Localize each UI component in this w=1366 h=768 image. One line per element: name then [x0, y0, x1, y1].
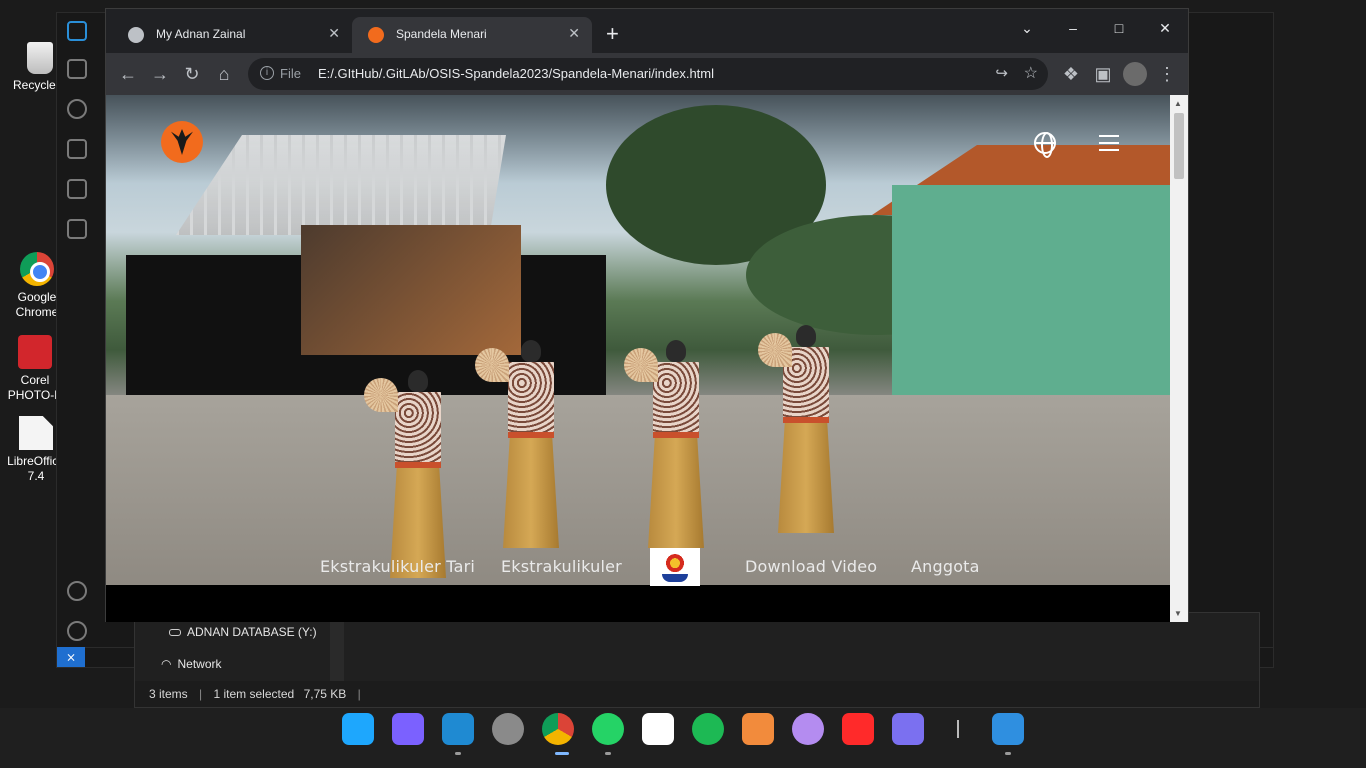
tab-my-adnan-zainal[interactable]: My Adnan Zainal ✕	[112, 17, 352, 53]
share-icon[interactable]: ↪	[995, 64, 1008, 82]
address-bar[interactable]: i File E:/.GItHub/.GitLAb/OSIS-Spandela2…	[248, 58, 1048, 90]
dancer-figure	[758, 325, 836, 533]
corel-photo-paint-icon	[18, 335, 52, 369]
new-tab-button[interactable]: +	[606, 23, 619, 45]
dancer-figure	[624, 340, 706, 548]
sidebar-scrollbar[interactable]	[330, 613, 344, 683]
sidebar-item-label: Network	[177, 657, 222, 671]
reload-button[interactable]: ↻	[180, 62, 204, 86]
scrollbar-thumb[interactable]	[1174, 113, 1184, 179]
gear-icon[interactable]	[67, 621, 87, 641]
selection-count: 1 item selected	[213, 687, 295, 701]
forward-button[interactable]: →	[148, 62, 172, 86]
spotify-icon[interactable]	[692, 713, 724, 745]
scroll-up-arrow-icon[interactable]: ▲	[1174, 99, 1182, 108]
spandela-favicon-icon	[368, 27, 384, 43]
extensions-icon[interactable]	[67, 219, 87, 239]
tab-search-chevron-icon[interactable]: ⌄	[1016, 17, 1038, 39]
file-explorer-window: ADNAN DATABASE (Y:) ◠ Network 3 items | 1…	[134, 612, 1260, 708]
taskbar	[0, 708, 1366, 768]
whatsapp-icon[interactable]	[592, 713, 624, 745]
nav-link-anggota[interactable]: Anggota	[911, 557, 980, 576]
sidebar-item-network[interactable]: ◠ Network	[161, 657, 222, 671]
house-shape	[892, 185, 1172, 405]
account-icon[interactable]	[67, 581, 87, 601]
explorer-status-bar: 3 items | 1 item selected 7,75 KB |	[135, 681, 1259, 707]
vscode-icon[interactable]	[442, 713, 474, 745]
extensions-puzzle-icon[interactable]: ❖	[1059, 62, 1083, 86]
settings-icon[interactable]	[492, 713, 524, 745]
globe-favicon-icon	[128, 27, 144, 43]
close-window-button[interactable]: ✕	[1154, 17, 1176, 39]
remote-icon[interactable]: ⨯	[57, 647, 85, 667]
file-explorer-icon[interactable]	[992, 713, 1024, 745]
close-tab-icon[interactable]: ✕	[328, 25, 340, 42]
site-info-icon[interactable]: i	[260, 66, 274, 80]
drive-icon	[169, 629, 181, 636]
page-viewport: Ekstrakulikuler Tari Ekstrakulikuler Dow…	[106, 95, 1172, 622]
chrome-icon	[20, 252, 54, 286]
tab-title: My Adnan Zainal	[156, 27, 246, 41]
running-indicator	[605, 752, 611, 755]
scroll-down-arrow-icon[interactable]: ▼	[1174, 609, 1182, 618]
libreoffice-icon	[19, 416, 53, 450]
chrome-window: My Adnan Zainal ✕ Spandela Menari ✕ + ⌄ …	[105, 8, 1189, 622]
run-debug-icon[interactable]	[67, 179, 87, 199]
url-text[interactable]: E:/.GItHub/.GitLAb/OSIS-Spandela2023/Spa…	[318, 66, 714, 81]
stage-banner-shape	[301, 225, 521, 355]
nav-link-ekstrakulikuler[interactable]: Ekstrakulikuler	[501, 557, 622, 576]
item-count: 3 items	[149, 687, 188, 701]
gmail-icon[interactable]	[642, 713, 674, 745]
globe-icon[interactable]	[1034, 132, 1056, 158]
nav-link-download-video[interactable]: Download Video	[745, 557, 877, 576]
search-icon[interactable]	[67, 99, 87, 119]
hero-background-photo	[106, 95, 1172, 585]
browser-toolbar: ← → ↻ ⌂ i File E:/.GItHub/.GitLAb/OSIS-S…	[106, 53, 1188, 95]
source-control-icon[interactable]	[67, 139, 87, 159]
home-button[interactable]: ⌂	[212, 62, 236, 86]
running-indicator	[1005, 752, 1011, 755]
edge-icon[interactable]	[792, 713, 824, 745]
chat-icon[interactable]	[892, 713, 924, 745]
page-scrollbar[interactable]: ▲ ▼	[1170, 95, 1188, 622]
dancer-figure	[475, 340, 561, 548]
music-icon[interactable]	[742, 713, 774, 745]
remote-desktop-icon[interactable]	[392, 713, 424, 745]
running-indicator	[555, 752, 569, 755]
tab-strip: My Adnan Zainal ✕ Spandela Menari ✕ + ⌄ …	[106, 9, 1188, 53]
back-button[interactable]: ←	[116, 62, 140, 86]
minimize-button[interactable]: ‒	[1062, 17, 1084, 39]
close-tab-icon[interactable]: ✕	[568, 25, 580, 42]
nav-link-ekstrakulikuler-tari[interactable]: Ekstrakulikuler Tari	[320, 557, 475, 576]
profile-avatar[interactable]	[1123, 62, 1147, 86]
running-indicator	[455, 752, 461, 755]
side-panel-icon[interactable]: ▣	[1091, 62, 1115, 86]
youtube-icon[interactable]	[842, 713, 874, 745]
sidebar-item-adnan-database[interactable]: ADNAN DATABASE (Y:)	[169, 625, 317, 639]
vscode-logo-icon[interactable]	[67, 21, 87, 41]
tab-spandela-menari[interactable]: Spandela Menari ✕	[352, 17, 592, 53]
url-scheme-label: File	[280, 66, 301, 81]
menu-kebab-icon[interactable]: ⋮	[1155, 62, 1179, 86]
chrome-icon[interactable]	[542, 713, 574, 745]
spandela-logo[interactable]	[161, 121, 203, 163]
bookmark-star-icon[interactable]: ☆	[1024, 63, 1038, 83]
start-icon[interactable]	[342, 713, 374, 745]
taskbar-divider	[957, 720, 959, 738]
files-icon[interactable]	[67, 59, 87, 79]
recycle-bin-icon	[27, 42, 53, 74]
network-icon: ◠	[161, 657, 172, 671]
tab-title: Spandela Menari	[396, 27, 487, 41]
selection-size: 7,75 KB	[303, 687, 347, 701]
maximize-button[interactable]: □	[1108, 17, 1130, 39]
hamburger-menu-icon[interactable]	[1099, 135, 1119, 151]
vscode-activity-bar	[57, 13, 97, 667]
school-emblem-logo[interactable]	[650, 548, 700, 586]
sidebar-item-label: ADNAN DATABASE (Y:)	[187, 625, 317, 639]
dancer-figure	[364, 370, 448, 578]
ground-shape	[106, 395, 1172, 585]
stage-roof-shape	[176, 135, 506, 235]
